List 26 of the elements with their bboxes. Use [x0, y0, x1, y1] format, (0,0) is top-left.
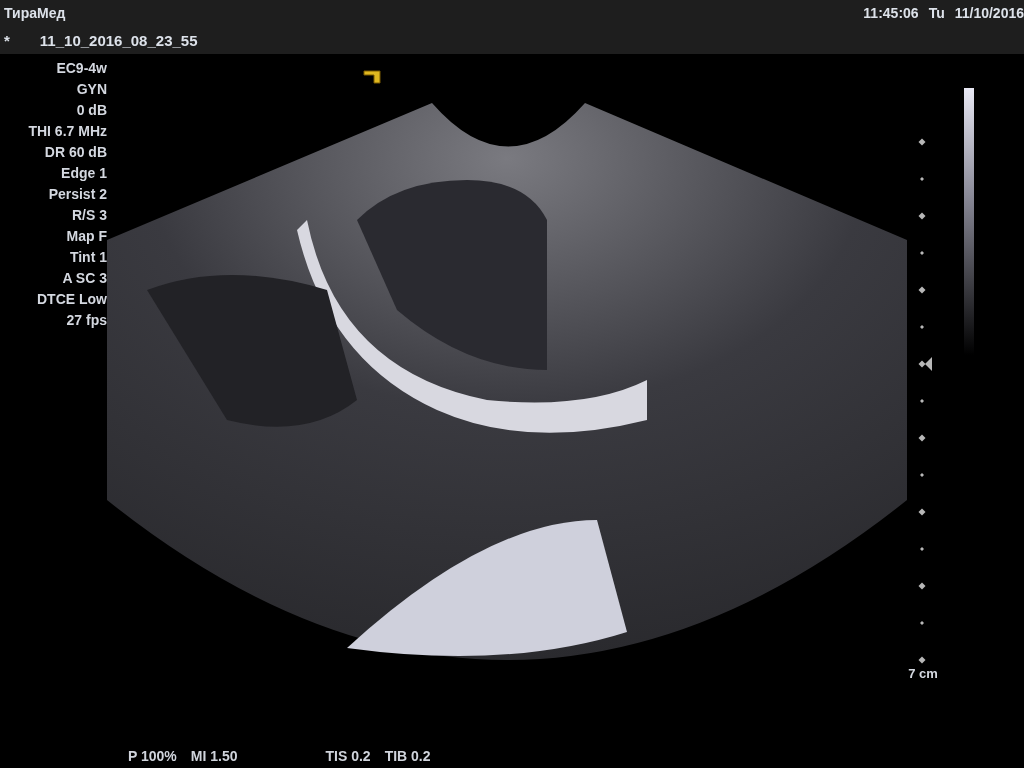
acoustic-output-reading: TIB 0.2: [384, 748, 431, 764]
app-title: ТираМед: [4, 5, 66, 21]
scan-parameter: DR 60 dB: [44, 143, 107, 162]
scan-parameter: Tint 1: [69, 248, 107, 267]
scan-parameter: Persist 2: [48, 185, 107, 204]
scan-parameter: EC9-4w: [56, 59, 107, 78]
scan-parameter: GYN: [76, 80, 107, 99]
unsaved-marker: *: [4, 31, 10, 49]
scan-parameter: Edge 1: [61, 164, 107, 183]
scan-parameter: 27 fps: [66, 311, 107, 330]
acoustic-output-reading: TIS 0.2: [325, 748, 371, 764]
date: 11/10/2016: [954, 5, 1024, 21]
scan-parameter: A SC 3: [62, 269, 107, 288]
file-name: 11_10_2016_08_23_55: [39, 31, 198, 49]
depth-label: 7 cm: [908, 666, 938, 681]
weekday: Tu: [928, 5, 945, 21]
scan-parameter: DTCE Low: [37, 290, 107, 309]
scan-parameter: 0 dB: [76, 101, 107, 120]
acoustic-output-reading: P 100%: [128, 748, 177, 764]
scan-parameter: Map F: [66, 227, 107, 246]
scan-parameter: R/S 3: [72, 206, 107, 225]
focus-marker-icon: [925, 357, 932, 371]
scan-parameter: THI 6.7 MHz: [28, 122, 107, 141]
clock-time: 11:45:06: [863, 5, 919, 21]
orientation-marker-icon: [363, 70, 381, 84]
acoustic-output-reading: MI 1.50: [190, 748, 238, 764]
